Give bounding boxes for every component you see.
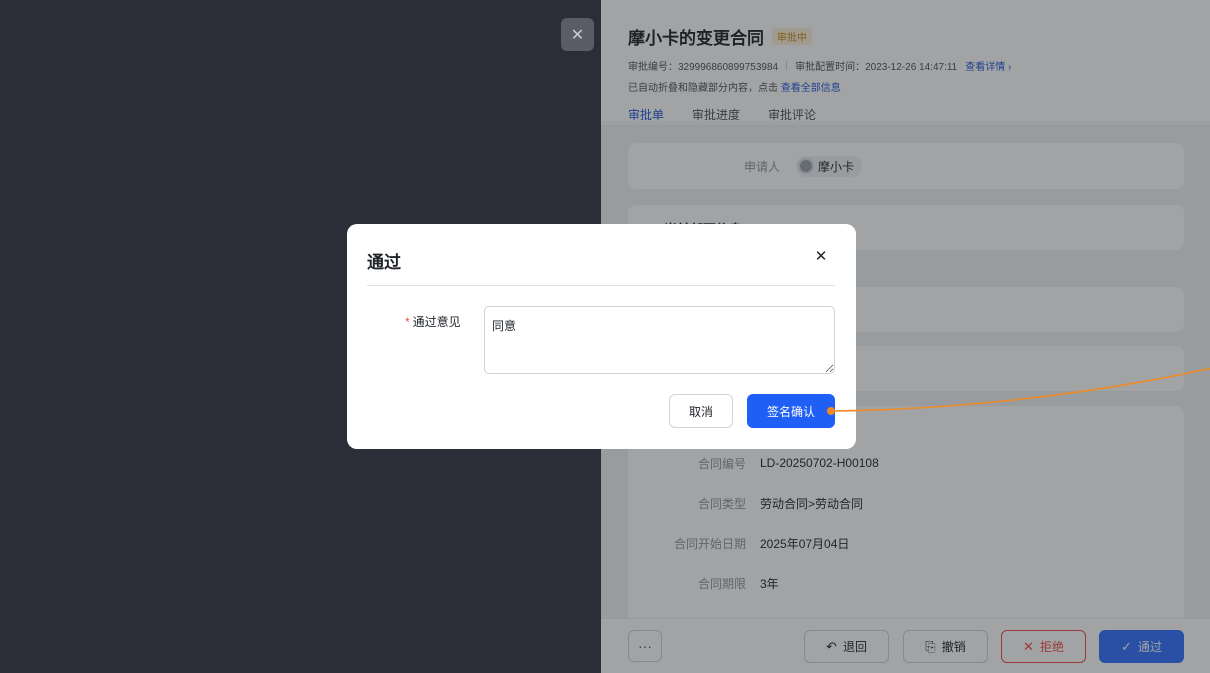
sign-confirm-button[interactable]: 签名确认: [747, 394, 835, 428]
required-mark: *: [405, 315, 410, 329]
close-icon: ✕: [570, 26, 585, 44]
approval-opinion-text: 通过意见: [412, 315, 461, 329]
approval-opinion-label: * 通过意见: [405, 313, 461, 330]
cancel-button[interactable]: 取消: [669, 394, 733, 428]
dialog-title: 通过: [367, 253, 401, 272]
approval-opinion-textarea[interactable]: 同意: [484, 306, 835, 374]
close-icon[interactable]: ✕: [813, 248, 829, 266]
drawer-close-button[interactable]: ✕: [561, 18, 594, 51]
approve-dialog: 通过 ✕ * 通过意见 同意 取消 签名确认: [347, 224, 856, 449]
dialog-divider: [367, 285, 835, 286]
